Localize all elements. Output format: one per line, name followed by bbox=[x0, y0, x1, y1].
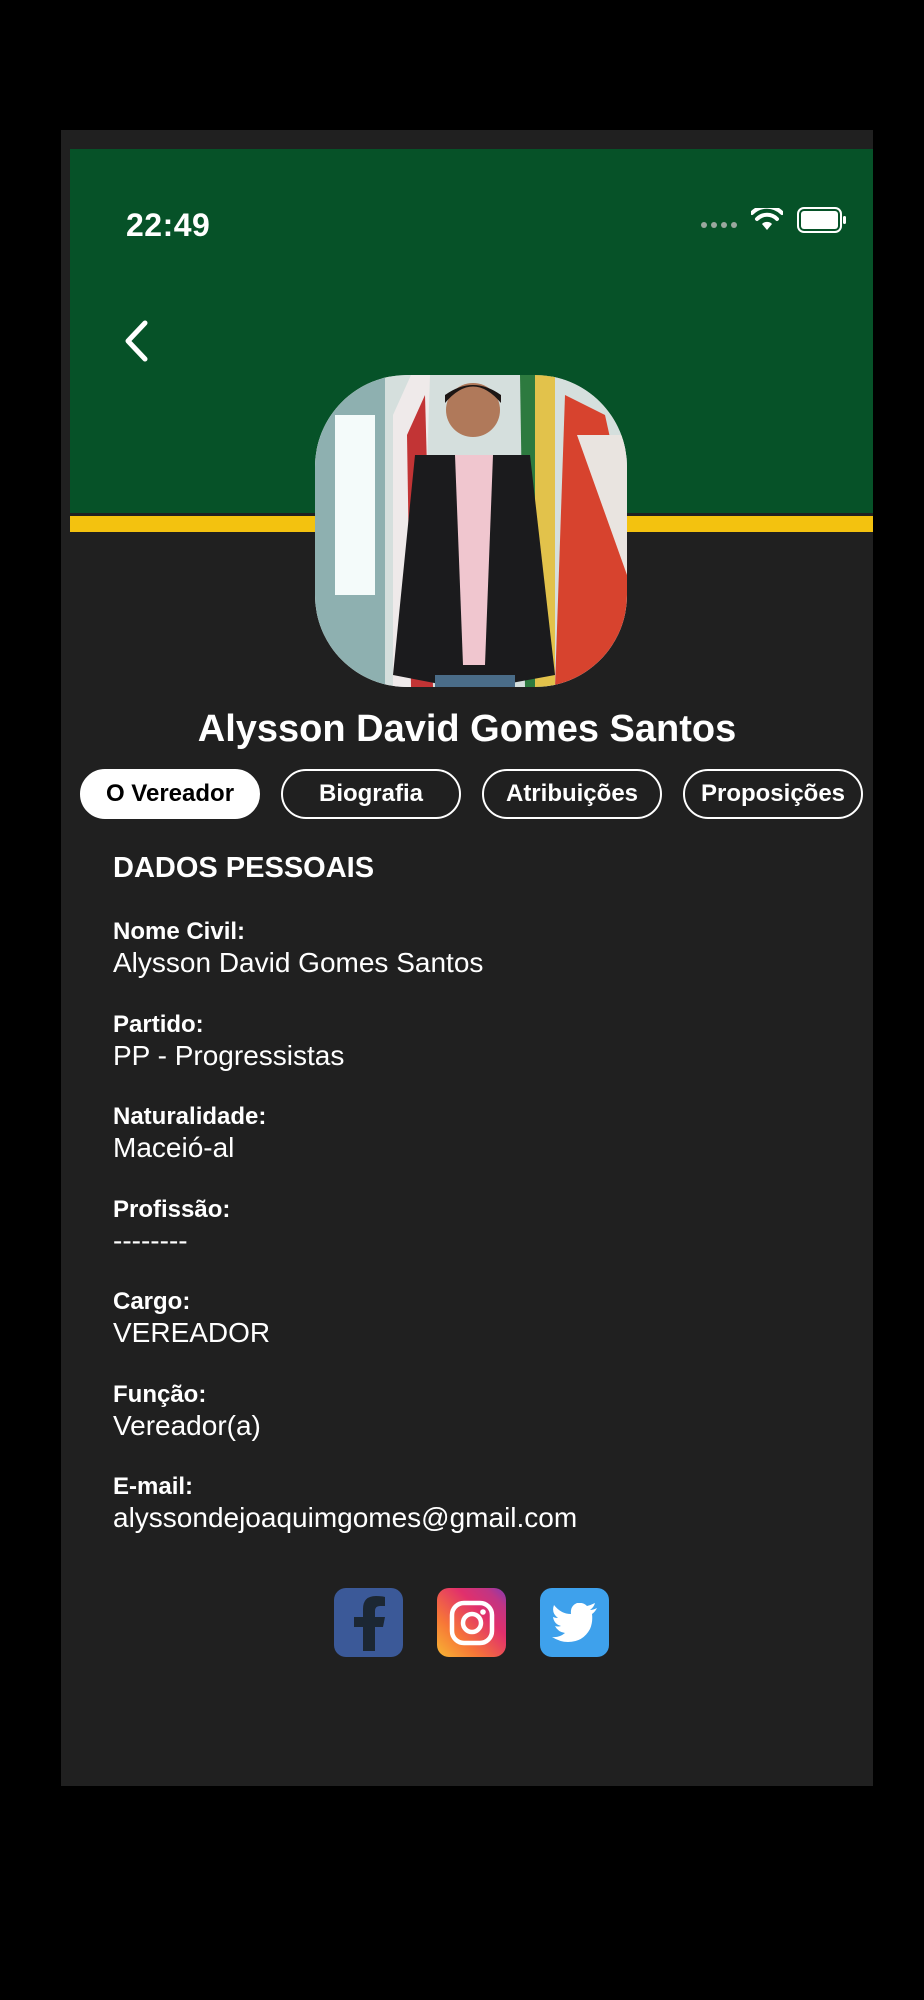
email-link[interactable]: alyssondejoaquimgomes@gmail.com bbox=[113, 1501, 853, 1535]
personal-data-list: Nome Civil: Alysson David Gomes Santos P… bbox=[113, 918, 853, 1566]
facebook-button[interactable] bbox=[334, 1588, 403, 1657]
social-links bbox=[334, 1588, 609, 1657]
field-nome-civil: Nome Civil: Alysson David Gomes Santos bbox=[113, 918, 853, 1011]
field-label: Profissão: bbox=[113, 1195, 231, 1223]
status-icons bbox=[701, 207, 847, 233]
field-label: E-mail: bbox=[113, 1473, 194, 1500]
field-partido: Partido: PP - Progressistas bbox=[113, 1011, 853, 1104]
profile-photo bbox=[315, 375, 627, 687]
twitter-button[interactable] bbox=[540, 1588, 609, 1657]
instagram-icon bbox=[449, 1600, 494, 1645]
twitter-icon bbox=[551, 1602, 597, 1642]
tab-atribuicoes[interactable]: Atribuições bbox=[482, 769, 662, 819]
app-screen: 22:49 Alysson David Gomes Santos O Verea… bbox=[61, 130, 873, 1786]
tab-proposicoes[interactable]: Proposições bbox=[683, 769, 863, 819]
wifi-icon bbox=[751, 208, 783, 230]
status-time: 22:49 bbox=[126, 207, 211, 243]
avatar bbox=[315, 375, 627, 687]
cellular-signal-icon bbox=[701, 222, 737, 228]
field-value: Maceió-al bbox=[113, 1132, 235, 1163]
field-value: Vereador(a) bbox=[113, 1409, 261, 1441]
field-naturalidade: Naturalidade: Maceió-al bbox=[113, 1103, 853, 1196]
field-value: Alysson David Gomes Santos bbox=[113, 947, 484, 978]
tab-biografia[interactable]: Biografia bbox=[281, 769, 461, 819]
facebook-icon bbox=[353, 1595, 385, 1651]
battery-icon bbox=[797, 207, 846, 233]
field-profissao: Profissão: -------- bbox=[113, 1196, 853, 1289]
field-value: VEREADOR bbox=[113, 1317, 271, 1348]
chevron-left-icon bbox=[125, 320, 148, 362]
field-funcao: Função: Vereador(a) bbox=[113, 1381, 853, 1474]
field-value: -------- bbox=[113, 1224, 188, 1256]
field-cargo: Cargo: VEREADOR bbox=[113, 1288, 853, 1381]
tab-o-vereador[interactable]: O Vereador bbox=[80, 769, 260, 819]
back-button[interactable] bbox=[114, 311, 158, 371]
field-value: PP - Progressistas bbox=[113, 1039, 345, 1071]
field-label: Cargo: bbox=[113, 1288, 191, 1315]
field-label: Função: bbox=[113, 1380, 207, 1408]
field-label: Partido: bbox=[113, 1010, 204, 1038]
field-label: Naturalidade: bbox=[113, 1103, 267, 1130]
section-title: DADOS PESSOAIS bbox=[113, 852, 375, 884]
profile-name: Alysson David Gomes Santos bbox=[197, 708, 737, 750]
field-email: E-mail: alyssondejoaquimgomes@gmail.com bbox=[113, 1473, 853, 1566]
tab-bar: O Vereador Biografia Atribuições Proposi… bbox=[80, 769, 870, 823]
instagram-button[interactable] bbox=[437, 1588, 506, 1657]
field-label: Nome Civil: bbox=[113, 918, 246, 945]
